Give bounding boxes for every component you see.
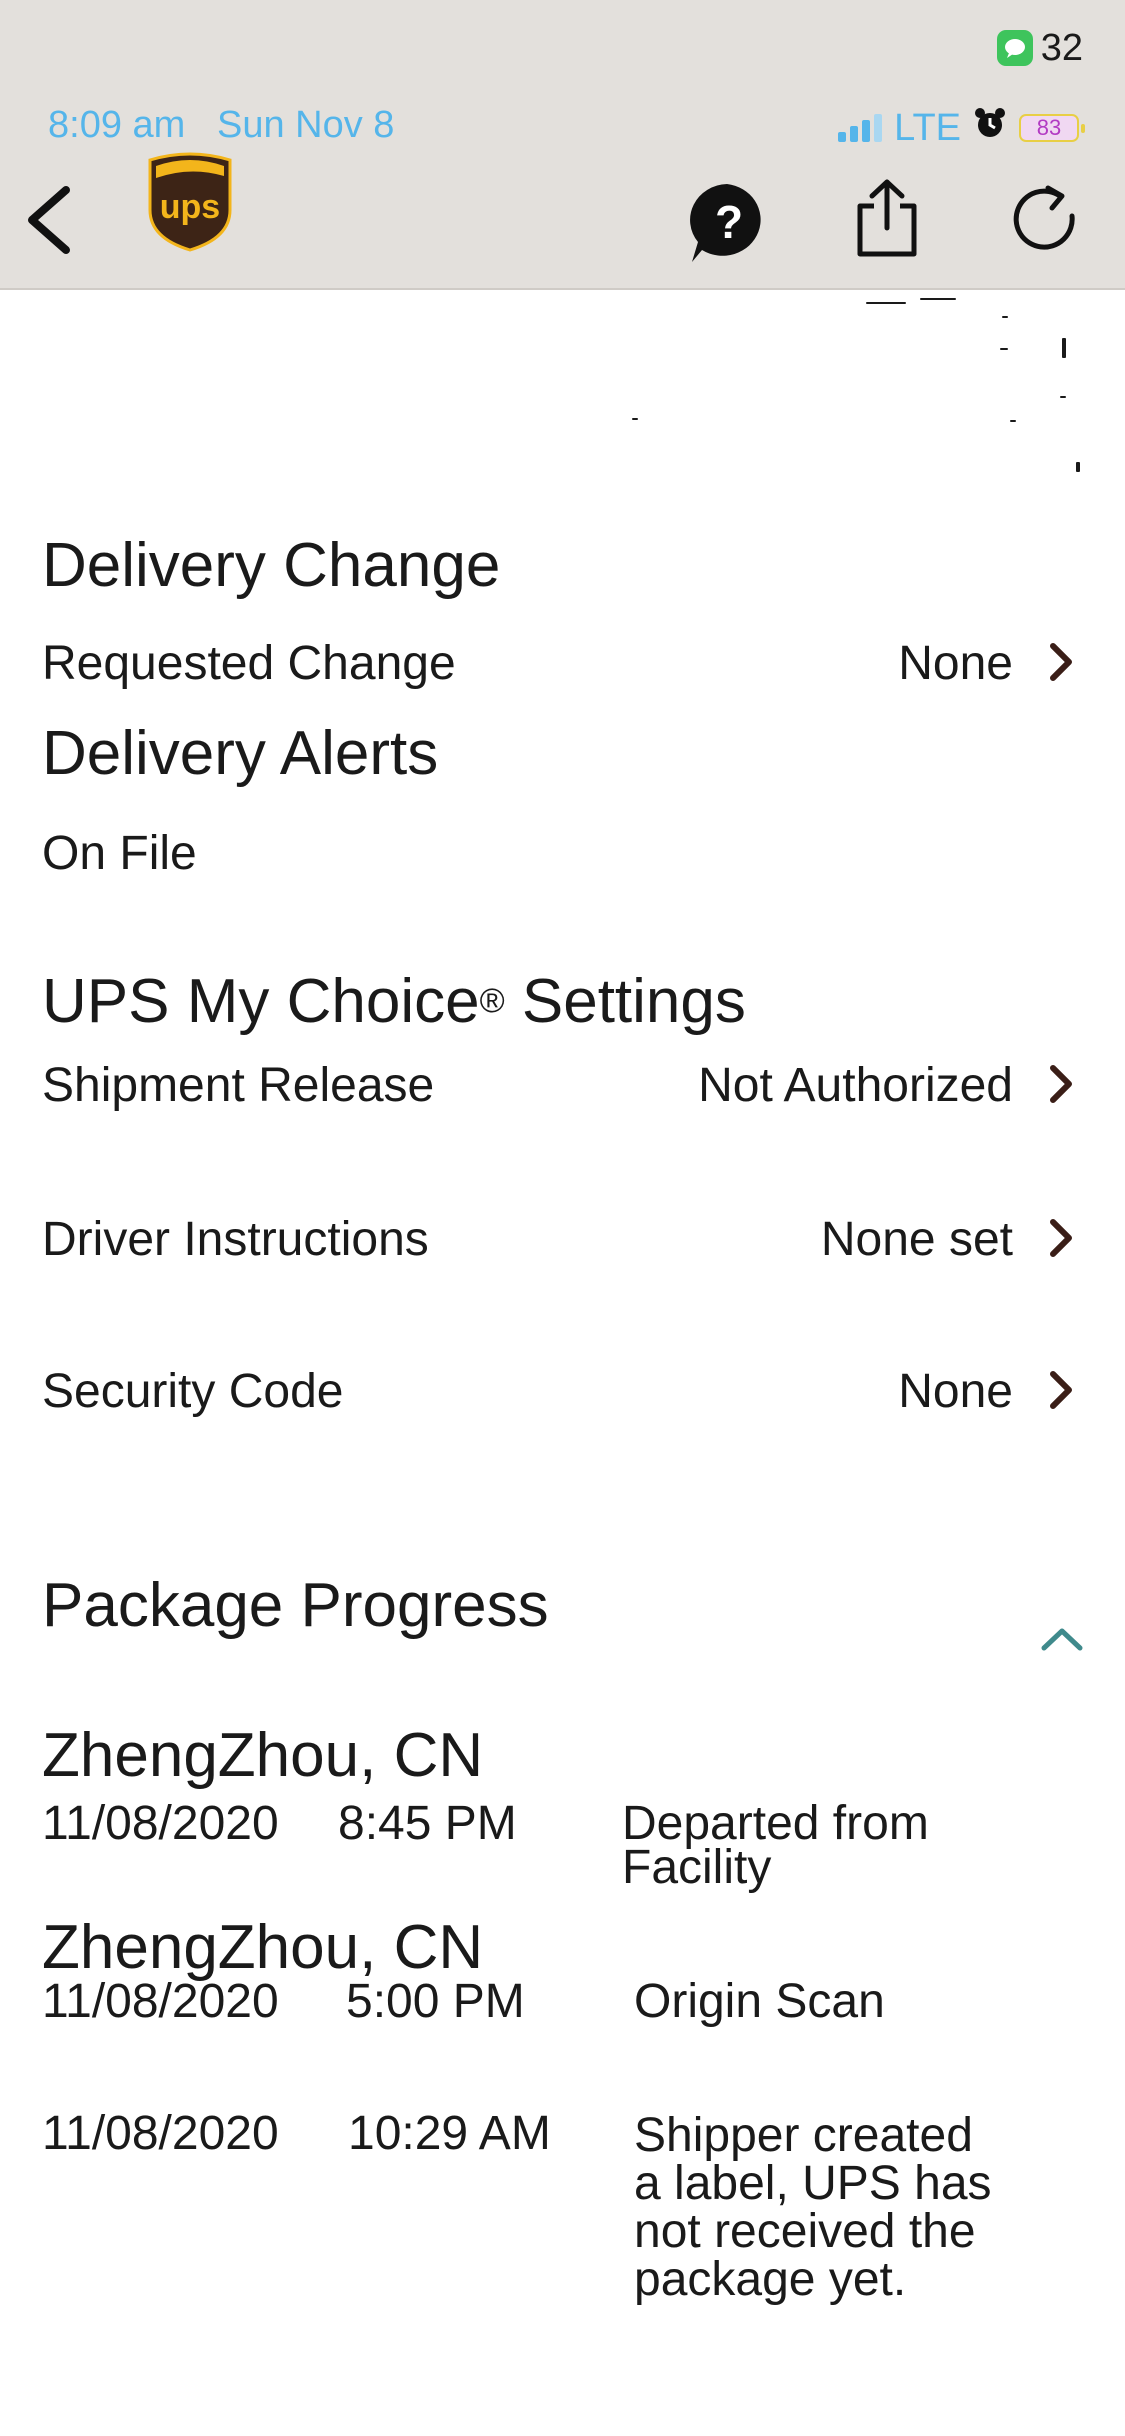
my-choice-title: UPS My Choice® Settings [42, 966, 746, 1037]
top-bar: 32 8:09 am Sun Nov 8 LTE 83 ups ? [0, 0, 1125, 290]
svg-text:?: ? [715, 196, 743, 248]
driver-instructions-label: Driver Instructions [42, 1213, 429, 1266]
event-time: 8:45 PM [338, 1797, 517, 1850]
help-button[interactable]: ? [684, 180, 770, 266]
back-button[interactable] [18, 180, 78, 260]
event-location: ZhengZhou, CN [42, 1721, 484, 1790]
event-location: ZhengZhou, CN [42, 1913, 484, 1982]
event-status: Shipper created a label, UPS has not rec… [634, 2109, 992, 2306]
ups-logo: ups [146, 152, 234, 252]
shipment-release-label: Shipment Release [42, 1059, 435, 1112]
alarm-icon [973, 106, 1007, 150]
status-time-date: 8:09 am Sun Nov 8 [48, 104, 395, 146]
notification-count: 32 [1040, 26, 1083, 69]
ups-logo-text: ups [160, 188, 220, 226]
event-date: 11/08/2020 [42, 1975, 279, 2028]
share-icon [857, 179, 917, 257]
notification-badge: 32 [996, 26, 1083, 70]
refresh-icon [1013, 185, 1075, 250]
network-label: LTE [894, 106, 961, 149]
battery-icon: 83 [1019, 114, 1085, 142]
share-button[interactable] [852, 176, 922, 260]
chevron-up-icon[interactable] [1040, 1626, 1084, 1652]
delivery-change-title: Delivery Change [42, 531, 501, 600]
chevron-right-icon [1050, 1371, 1072, 1409]
back-chevron-icon [28, 186, 70, 254]
requested-change-label: Requested Change [42, 637, 456, 690]
driver-instructions-value: None set [820, 1213, 1013, 1266]
event-time: 5:00 PM [346, 1975, 525, 2028]
chevron-right-icon [1050, 1219, 1072, 1257]
shipment-release-value: Not Authorized [698, 1059, 1013, 1112]
chevron-right-icon [1050, 643, 1072, 681]
requested-change-value: None [898, 637, 1013, 690]
refresh-button[interactable] [1004, 180, 1084, 260]
event-status: Origin Scan [634, 1975, 885, 2028]
event-date: 11/08/2020 [42, 2107, 279, 2160]
my-choice-title-suffix: Settings [504, 967, 746, 1036]
my-choice-title-text: UPS My Choice [42, 967, 480, 1036]
signal-icon [838, 114, 883, 142]
package-progress-title: Package Progress [42, 1571, 549, 1640]
event-time: 10:29 AM [348, 2107, 551, 2160]
help-icon: ? [690, 184, 761, 262]
battery-level: 83 [1036, 115, 1062, 140]
delivery-alerts-status: On File [42, 827, 197, 880]
event-date: 11/08/2020 [42, 1797, 279, 1850]
security-code-label: Security Code [42, 1365, 344, 1418]
status-indicators: LTE 83 [838, 104, 1085, 152]
security-code-value: None [898, 1365, 1013, 1418]
chevron-right-icon [1050, 1065, 1072, 1103]
messages-icon [996, 30, 1033, 66]
registered-mark: ® [479, 982, 505, 1020]
event-status: Departed from Facility [622, 1797, 929, 1894]
delivery-alerts-title: Delivery Alerts [42, 719, 439, 788]
